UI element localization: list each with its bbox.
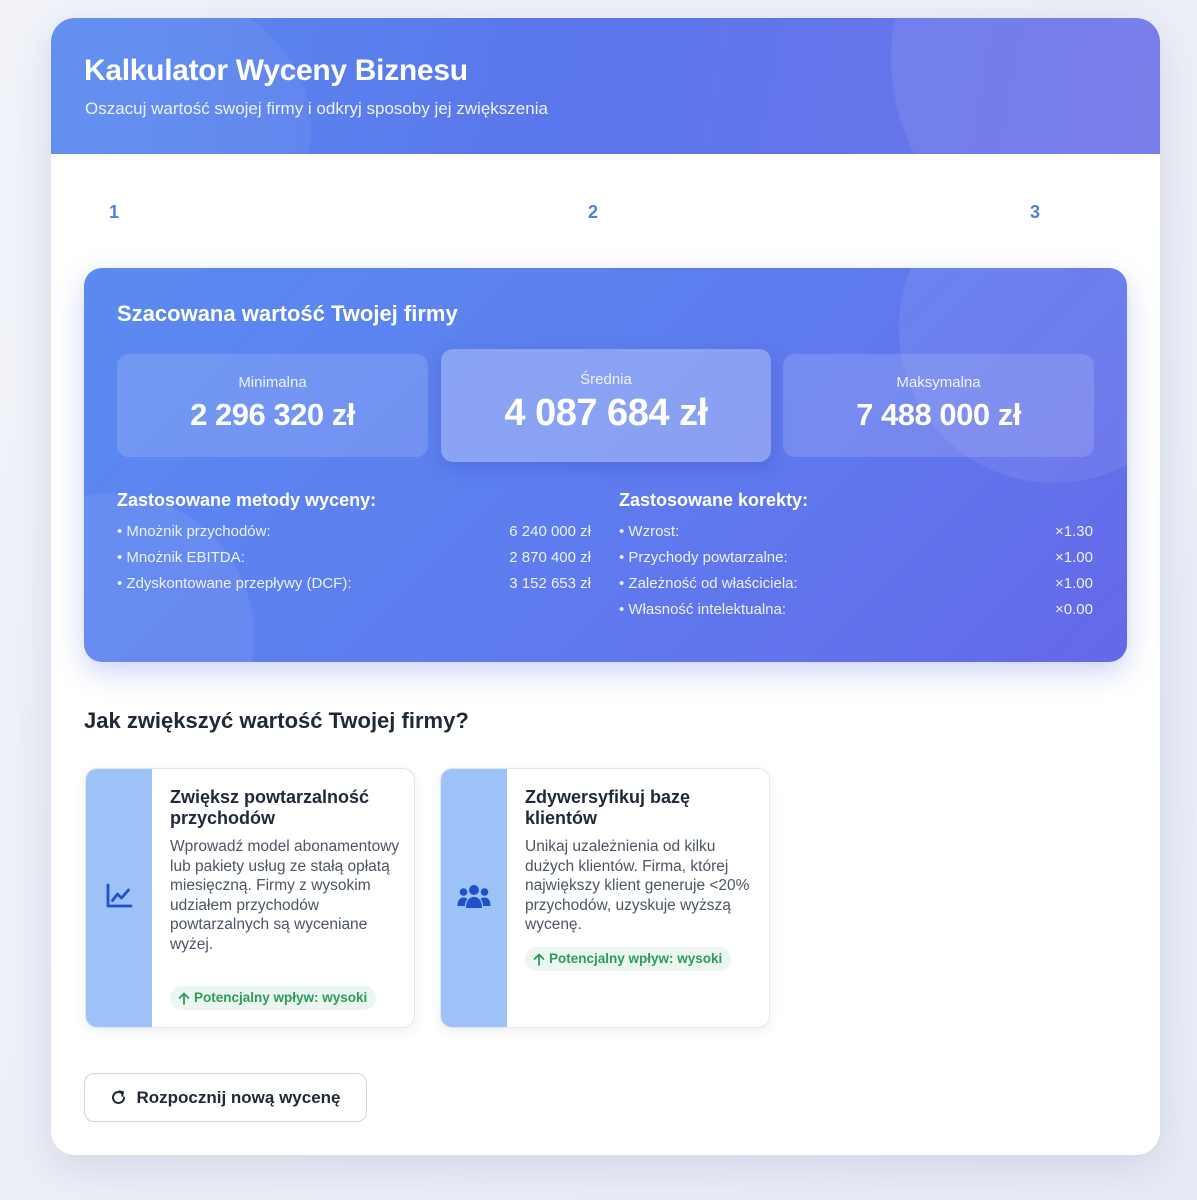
result-title: Szacowana wartość Twojej firmy — [117, 301, 458, 326]
impact-text: Potencjalny wpływ: wysoki — [549, 951, 723, 966]
min-value-label: Minimalna — [238, 374, 307, 391]
restart-valuation-button[interactable]: Rozpocznij nową wycenę — [84, 1073, 367, 1122]
method-label: • Mnożnik EBITDA: — [117, 549, 245, 566]
method-value: 2 870 400 zł — [509, 549, 591, 566]
method-row: • Mnożnik EBITDA: 2 870 400 zł — [117, 549, 591, 575]
avg-value: 4 087 684 zł — [504, 392, 708, 434]
tip-description: Wprowadź model abonamentowy lub pakiety … — [170, 838, 400, 953]
impact-badge: Potencjalny wpływ: wysoki — [170, 986, 377, 1010]
method-row: • Zdyskontowane przepływy (DCF): 3 152 6… — [117, 575, 591, 601]
method-value: 6 240 000 zł — [509, 523, 591, 540]
tip-description: Unikaj uzależnienia od kilku dużych klie… — [525, 838, 750, 934]
max-value: 7 488 000 zł — [856, 397, 1021, 432]
adjustment-label: • Wzrost: — [619, 523, 680, 540]
adjustment-row: • Zależność od właściciela: ×1.00 — [619, 575, 1093, 601]
methods-title: Zastosowane metody wyceny: — [117, 490, 377, 510]
restart-button-label: Rozpocznij nową wycenę — [136, 1087, 341, 1107]
adjustments-title: Zastosowane korekty: — [619, 490, 809, 510]
avg-value-box: Średnia 4 087 684 zł — [441, 349, 771, 462]
valuation-card: Kalkulator Wyceny Biznesu Oszacuj wartoś… — [51, 18, 1160, 1155]
min-value-box: Minimalna 2 296 320 zł — [117, 354, 428, 457]
chart-line-icon — [106, 883, 133, 908]
adjustment-label: • Zależność od właściciela: — [619, 575, 798, 592]
adjustment-label: • Przychody powtarzalne: — [619, 549, 788, 566]
adjustment-value: ×1.30 — [1055, 523, 1093, 540]
tip-title: Zdywersyfikuj bazę klientów — [525, 787, 691, 828]
page-subtitle: Oszacuj wartość swojej firmy i odkryj sp… — [85, 99, 548, 118]
header-decoration — [891, 18, 1160, 154]
max-value-label: Maksymalna — [896, 374, 981, 391]
tip-icon-panel — [441, 769, 507, 1027]
valuation-result-panel: Szacowana wartość Twojej firmy Minimalna… — [84, 268, 1127, 662]
tip-card-recurring-revenue: Zwiększ powtarzalność przychodów Wprowad… — [85, 768, 415, 1028]
min-value: 2 296 320 zł — [190, 397, 355, 432]
adjustment-label: • Własność intelektualna: — [619, 601, 786, 618]
improve-section-title: Jak zwiększyć wartość Twojej firmy? — [84, 708, 469, 733]
methods-list: Zastosowane metody wyceny: • Mnożnik prz… — [117, 490, 591, 601]
tip-title: Zwiększ powtarzalność przychodów — [170, 787, 370, 828]
adjustments-list: Zastosowane korekty: • Wzrost: ×1.30 • P… — [619, 490, 1093, 627]
refresh-icon — [112, 1090, 126, 1104]
method-label: • Mnożnik przychodów: — [117, 523, 271, 540]
tip-icon-panel — [86, 769, 152, 1027]
impact-badge: Potencjalny wpływ: wysoki — [525, 947, 732, 971]
header: Kalkulator Wyceny Biznesu Oszacuj wartoś… — [51, 18, 1160, 154]
page-title: Kalkulator Wyceny Biznesu — [84, 54, 468, 87]
step-3[interactable]: 3 — [1030, 202, 1040, 223]
adjustment-value: ×0.00 — [1055, 601, 1093, 618]
impact-text: Potencjalny wpływ: wysoki — [194, 990, 368, 1005]
method-row: • Mnożnik przychodów: 6 240 000 zł — [117, 523, 591, 549]
adjustment-row: • Wzrost: ×1.30 — [619, 523, 1093, 549]
step-1[interactable]: 1 — [109, 202, 119, 223]
adjustment-value: ×1.00 — [1055, 575, 1093, 592]
step-2[interactable]: 2 — [588, 202, 598, 223]
adjustment-row: • Własność intelektualna: ×0.00 — [619, 601, 1093, 627]
tip-card-diversify-clients: Zdywersyfikuj bazę klientów Unikaj uzale… — [440, 768, 770, 1028]
avg-value-label: Średnia — [580, 371, 632, 388]
arrow-up-icon — [178, 992, 190, 1005]
max-value-box: Maksymalna 7 488 000 zł — [783, 354, 1094, 457]
adjustment-row: • Przychody powtarzalne: ×1.00 — [619, 549, 1093, 575]
users-icon — [457, 885, 491, 908]
method-label: • Zdyskontowane przepływy (DCF): — [117, 575, 352, 592]
adjustment-value: ×1.00 — [1055, 549, 1093, 566]
method-value: 3 152 653 zł — [509, 575, 591, 592]
arrow-up-icon — [533, 953, 545, 966]
